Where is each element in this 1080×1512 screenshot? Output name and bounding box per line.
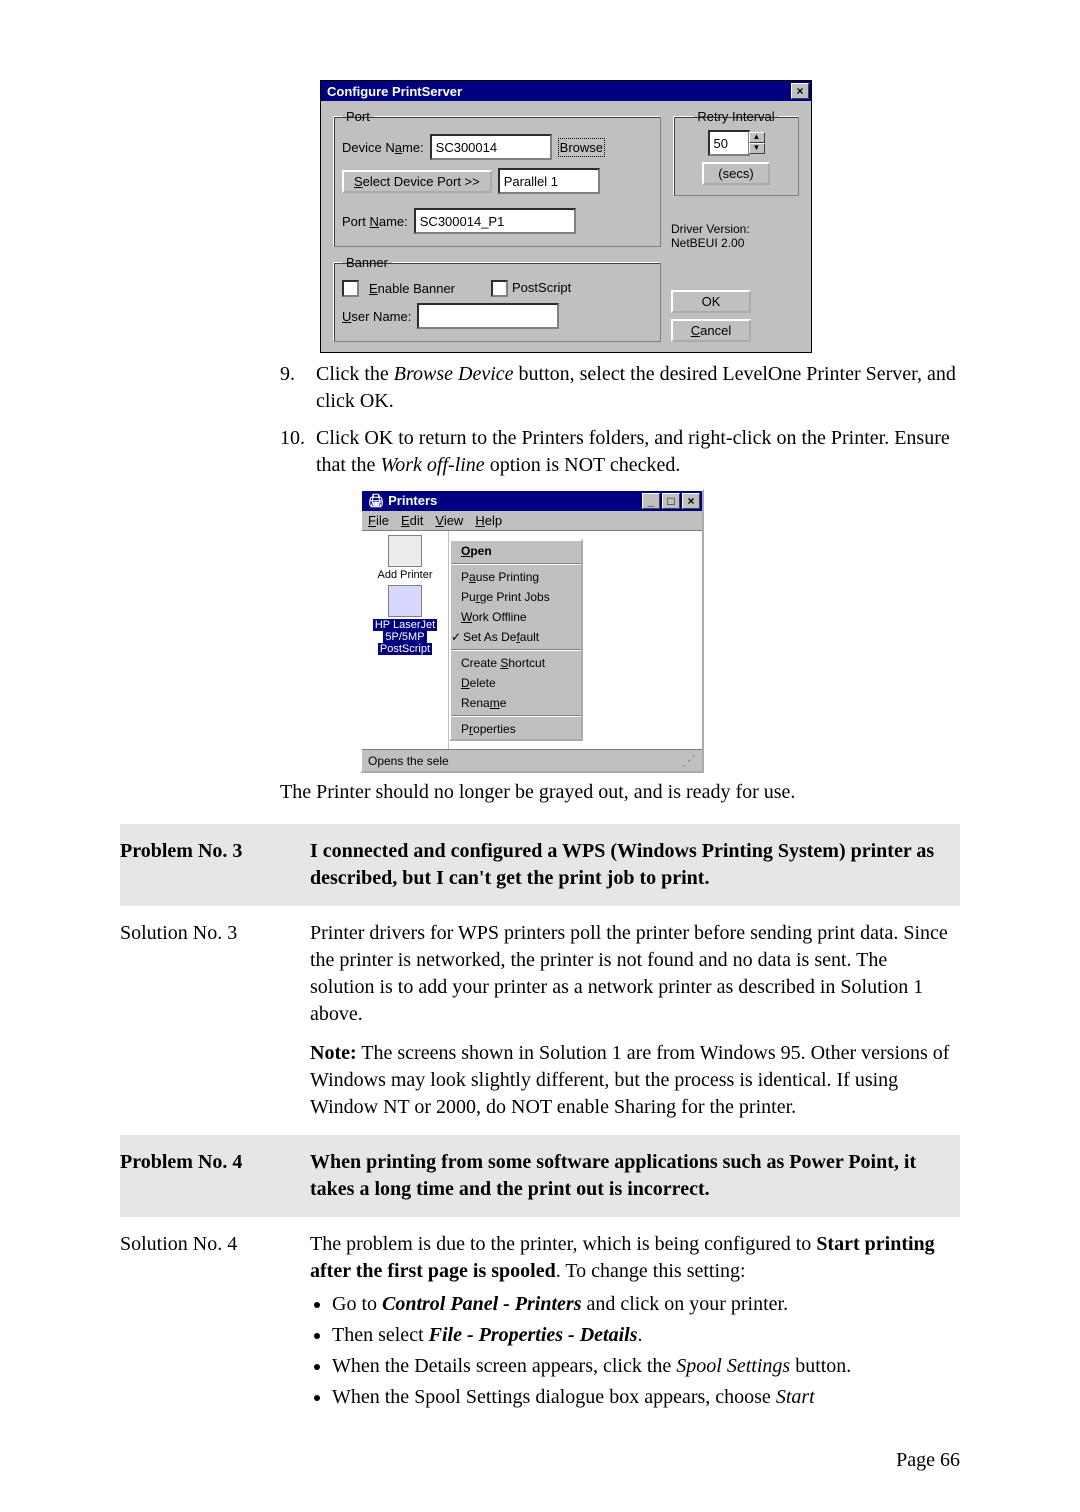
retry-legend: Retry Interval: [693, 109, 778, 124]
solution-4-row: Solution No. 4 The problem is due to the…: [120, 1217, 960, 1429]
port-name-label: Port Name:: [342, 214, 408, 229]
enable-banner-checkbox[interactable]: [342, 280, 359, 297]
menubar: File Edit View Help: [362, 511, 702, 531]
menu-file[interactable]: File: [368, 513, 389, 528]
close-icon[interactable]: ×: [682, 493, 700, 509]
resize-grip-icon[interactable]: ⋰: [682, 752, 696, 769]
printers-window: 🖨 Printers _ □ × File Edit View Help Add…: [360, 489, 704, 773]
user-name-label: User Name:: [342, 309, 411, 324]
selected-port-input[interactable]: [498, 168, 600, 194]
context-menu: Open Pause Printing Purge Print Jobs Wor…: [449, 539, 583, 741]
ctx-rename[interactable]: Rename: [451, 693, 581, 713]
driver-version-label: Driver Version: NetBEUI 2.00: [671, 222, 801, 250]
step-10: 10. Click OK to return to the Printers f…: [280, 425, 960, 479]
ctx-pause[interactable]: Pause Printing: [451, 567, 581, 587]
menu-edit[interactable]: Edit: [401, 513, 423, 528]
page-number: Page 66: [120, 1449, 960, 1472]
printer-icon-selected[interactable]: HP LaserJet 5P/5MP PostScript: [366, 585, 444, 655]
minimize-icon[interactable]: _: [642, 493, 660, 509]
browse-button[interactable]: Browse: [558, 138, 605, 157]
enable-banner-label: Enable Banner: [369, 281, 455, 296]
postscript-checkbox[interactable]: [491, 280, 508, 297]
dialog-title: Configure PrintServer: [327, 84, 462, 99]
banner-legend: Banner: [342, 255, 392, 270]
close-icon[interactable]: ×: [791, 83, 809, 99]
retry-spinner[interactable]: ▲▼: [749, 132, 765, 154]
configure-printserver-dialog: Configure PrintServer × Port Device Name…: [320, 80, 812, 353]
ctx-purge[interactable]: Purge Print Jobs: [451, 587, 581, 607]
after-printers-text: The Printer should no longer be grayed o…: [280, 779, 960, 806]
ctx-properties[interactable]: Properties: [451, 719, 581, 739]
banner-group: Banner Enable Banner PostScript User Nam…: [333, 255, 661, 342]
ctx-set-default[interactable]: Set As Default: [451, 627, 581, 647]
maximize-icon[interactable]: □: [662, 493, 680, 509]
retry-group: Retry Interval ▲▼ (secs): [673, 109, 799, 196]
add-printer-icon[interactable]: Add Printer: [366, 535, 444, 581]
cancel-button[interactable]: Cancel: [671, 319, 751, 342]
device-name-input[interactable]: [430, 134, 552, 160]
retry-input[interactable]: [708, 130, 750, 156]
retry-secs-label: (secs): [702, 162, 769, 185]
printers-title: 🖨 Printers: [368, 493, 437, 509]
step-9: 9. Click the Browse Device button, selec…: [280, 361, 960, 415]
problem-4-row: Problem No. 4 When printing from some so…: [120, 1135, 960, 1217]
ctx-create-shortcut[interactable]: Create Shortcut: [451, 653, 581, 673]
select-port-button[interactable]: Select Device Port >>: [342, 170, 492, 193]
port-name-input[interactable]: [414, 208, 576, 234]
dialog-titlebar: Configure PrintServer ×: [321, 81, 811, 101]
device-name-label: Device Name:: [342, 140, 424, 155]
ok-button[interactable]: OK: [671, 290, 751, 313]
problem-3-row: Problem No. 3 I connected and configured…: [120, 824, 960, 906]
status-text: Opens the sele: [368, 754, 449, 768]
solution-3-row: Solution No. 3 Printer drivers for WPS p…: [120, 906, 960, 1135]
menu-view[interactable]: View: [435, 513, 463, 528]
postscript-label: PostScript: [512, 280, 571, 295]
menu-help[interactable]: Help: [475, 513, 502, 528]
ctx-delete[interactable]: Delete: [451, 673, 581, 693]
ctx-work-offline[interactable]: Work Offline: [451, 607, 581, 627]
port-group: Port Device Name: Browse Select Device P…: [333, 109, 661, 247]
port-legend: Port: [342, 109, 374, 124]
ctx-open[interactable]: Open: [451, 541, 581, 561]
user-name-input[interactable]: [417, 303, 559, 329]
